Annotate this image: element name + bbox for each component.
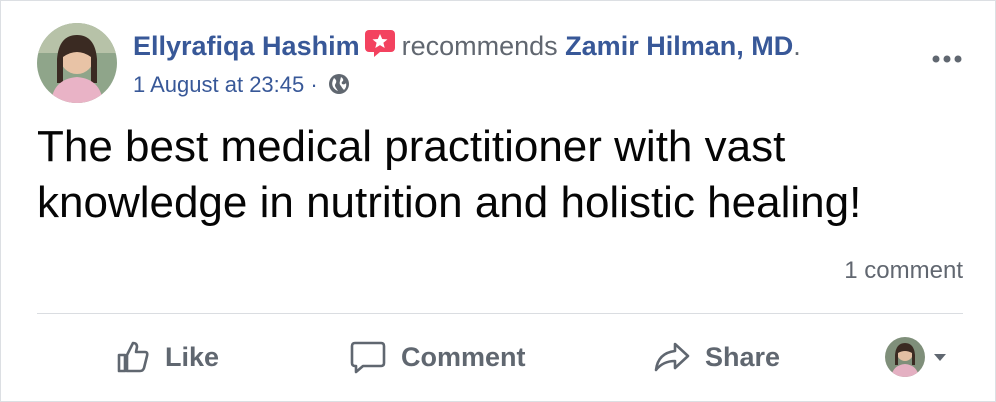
- reaction-identity-selector[interactable]: [885, 337, 947, 377]
- action-bar: Like Comment Share: [37, 325, 963, 389]
- recommended-page-link[interactable]: Zamir Hilman, MD: [565, 31, 793, 61]
- speech-bubble-icon: [350, 341, 386, 374]
- author-name-link[interactable]: Ellyrafiqa Hashim: [133, 31, 360, 61]
- globe-icon: [328, 73, 350, 95]
- user-avatar: [885, 337, 925, 377]
- thumbs-up-icon: [117, 341, 149, 373]
- post-timestamp-link[interactable]: 1 August at 23:45: [133, 72, 304, 97]
- comment-button[interactable]: Comment: [349, 325, 526, 389]
- more-options-icon[interactable]: [929, 49, 965, 69]
- recommendation-badge-icon: [364, 29, 396, 57]
- post-card: Ellyrafiqa Hashim recommends Zamir Hilman…: [0, 0, 996, 402]
- post-header: Ellyrafiqa Hashim recommends Zamir Hilman…: [37, 23, 965, 103]
- author-avatar[interactable]: [37, 23, 117, 103]
- comment-count-link[interactable]: 1 comment: [844, 257, 963, 285]
- like-button[interactable]: Like: [115, 325, 219, 389]
- author-line: Ellyrafiqa Hashim recommends Zamir Hilman…: [133, 29, 801, 63]
- action-divider: [37, 313, 963, 314]
- target-suffix: .: [793, 31, 801, 61]
- caret-down-icon: [934, 354, 946, 361]
- comment-label: Comment: [401, 341, 526, 372]
- share-button[interactable]: Share: [653, 325, 780, 389]
- post-text: The best medical practitioner with vast …: [37, 122, 862, 227]
- post-meta: 1 August at 23:45 ·: [133, 71, 350, 99]
- recommends-text: recommends: [401, 31, 558, 61]
- meta-separator: ·: [310, 72, 318, 97]
- share-arrow-icon: [654, 342, 690, 372]
- share-label: Share: [705, 341, 781, 372]
- like-label: Like: [165, 341, 220, 372]
